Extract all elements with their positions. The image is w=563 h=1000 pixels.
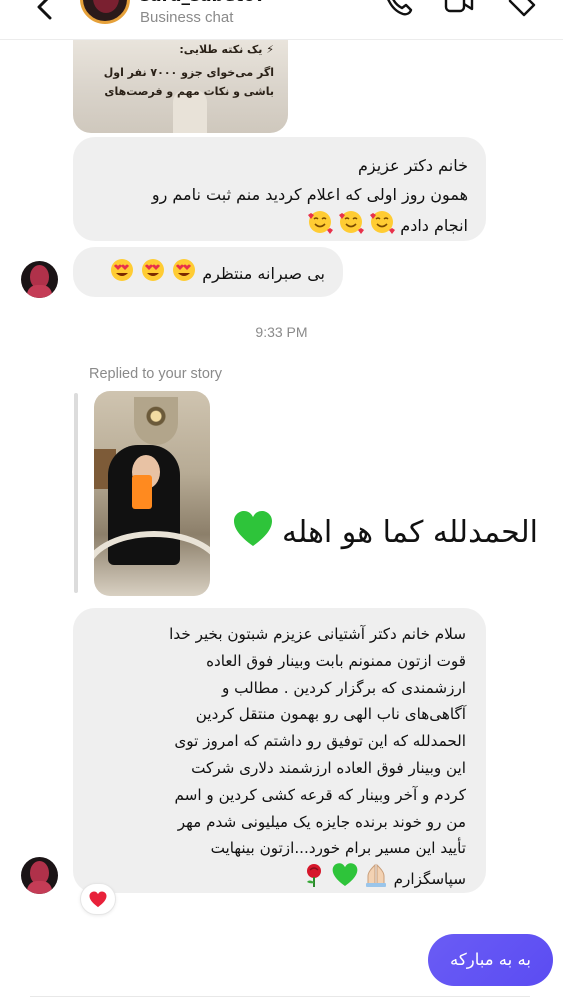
green-heart-icon xyxy=(233,510,273,564)
message-line: آگاهی‌های ناب الهی رو بهمون منتقل کردین xyxy=(195,705,466,724)
phone-icon[interactable] xyxy=(383,0,413,18)
story-reply-text[interactable]: الحمدلله کما هو اهله xyxy=(218,508,538,564)
message-bubble[interactable]: بی صبرانه منتظرم xyxy=(73,247,343,297)
reply-indicator-bar xyxy=(74,393,78,593)
smiling-face-with-hearts-icon xyxy=(338,209,365,244)
message-bubble[interactable]: خانم دکتر عزیزم همون روز اولی که اعلام ک… xyxy=(73,137,486,241)
message-line-text: انجام دادم xyxy=(400,216,468,235)
story-text-line: باشی و نکات مهم و فرصت‌های xyxy=(104,85,274,98)
smiling-face-with-hearts-icon xyxy=(369,209,396,244)
rose-icon xyxy=(301,862,327,897)
chat-username[interactable]: sara_sabet07 xyxy=(140,0,267,6)
message-line-text: سپاسگزارم xyxy=(393,870,466,889)
message-timestamp: 9:33 PM xyxy=(255,324,308,340)
message-line: ارزشمندی که برگزار کردین . مطالب و xyxy=(221,678,466,697)
message-line: قوت ازتون ممنونم بابت وبینار فوق العاده xyxy=(206,651,466,670)
chevron-left-icon[interactable] xyxy=(32,0,58,24)
tag-icon[interactable] xyxy=(507,0,537,18)
green-heart-icon xyxy=(332,862,358,897)
story-image-preview[interactable]: ⚡ یک نکته طلایی: اگر می‌خوای جزو ۷۰۰۰ نف… xyxy=(73,40,288,133)
message-line: انجام دادم xyxy=(91,209,468,244)
mirror-frame xyxy=(94,531,210,596)
red-heart-icon xyxy=(89,890,107,907)
sender-avatar[interactable] xyxy=(21,261,58,298)
heart-eyes-icon xyxy=(140,257,166,293)
story-reply-text-label: الحمدلله کما هو اهله xyxy=(282,515,538,550)
replied-to-story-label: Replied to your story xyxy=(89,366,222,382)
message-line: سلام خانم دکتر آشتیانی عزیزم شبتون بخیر … xyxy=(169,625,466,643)
story-text-line: ⚡ یک نکته طلایی: xyxy=(179,43,274,56)
sender-avatar[interactable] xyxy=(21,857,58,894)
chandelier xyxy=(134,397,178,445)
sent-message-bubble[interactable]: به به مبارکه xyxy=(428,934,553,986)
message-line: تأیید این مسیر برام خورد...ازتون بینهایت xyxy=(210,839,466,858)
heart-eyes-icon xyxy=(109,257,135,293)
phone-in-hand xyxy=(132,475,152,509)
message-line: الحمدلله که این توفیق رو داشتم که امروز … xyxy=(174,732,466,751)
smiling-face-with-hearts-icon xyxy=(307,209,334,244)
folded-hands-icon xyxy=(363,862,389,897)
message-line: همون روز اولی که اعلام کردید منم ثبت نام… xyxy=(151,185,468,204)
message-line: این وبینار فوق العاده ارزشمند دلاری شرکت xyxy=(191,758,466,777)
story-thumbnail[interactable] xyxy=(94,391,210,596)
message-line: کردم و آخر وبینار که قرعه کشی کردین و اس… xyxy=(174,785,466,804)
story-text-line: اگر می‌خوای جزو ۷۰۰۰ نفر اول xyxy=(103,66,274,79)
message-bubble[interactable]: سلام خانم دکتر آشتیانی عزیزم شبتون بخیر … xyxy=(73,608,486,893)
message-line: من رو خوند برنده جایزه یک میلیونی شدم مه… xyxy=(177,812,466,831)
message-reaction[interactable] xyxy=(80,883,116,915)
message-line: سپاسگزارم xyxy=(89,862,466,897)
video-icon[interactable] xyxy=(444,0,474,18)
divider xyxy=(30,996,530,997)
chat-header: sara_sabet07 Business chat xyxy=(0,0,563,40)
message-text: بی صبرانه منتظرم xyxy=(202,264,325,283)
chat-subtitle: Business chat xyxy=(140,9,234,26)
message-line: خانم دکتر عزیزم xyxy=(358,156,468,175)
avatar[interactable] xyxy=(80,0,130,24)
heart-eyes-icon xyxy=(171,257,197,293)
